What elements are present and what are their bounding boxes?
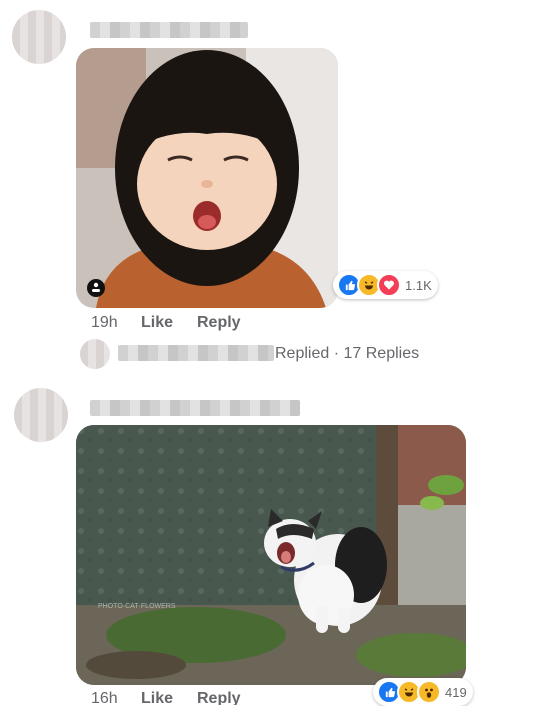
replier-avatar[interactable] — [80, 339, 110, 369]
comment-meta: 16h Like Reply — [0, 690, 540, 705]
comment-photo[interactable]: PHOTO·CAT·FLOWERS — [76, 425, 466, 685]
comment-timestamp[interactable]: 19h — [91, 314, 118, 332]
commenter-name-blurred[interactable] — [90, 400, 300, 416]
like-button[interactable]: Like — [141, 314, 173, 332]
love-icon — [377, 273, 401, 297]
commenter-name-blurred[interactable] — [90, 22, 248, 38]
reply-count: 17 Replies — [343, 345, 420, 362]
view-replies-link[interactable]: Replied · 17 Replies — [275, 345, 419, 363]
comment-meta: 19h Like Reply — [0, 314, 540, 334]
svg-text:PHOTO·CAT·FLOWERS: PHOTO·CAT·FLOWERS — [98, 603, 176, 610]
replier-name-blurred[interactable] — [118, 345, 274, 361]
reaction-count: 1.1K — [405, 277, 432, 293]
comment-photo[interactable] — [76, 48, 338, 308]
replied-label: Replied — [275, 345, 330, 362]
reply-button[interactable]: Reply — [197, 314, 241, 332]
commenter-avatar[interactable] — [12, 10, 66, 64]
reactions-summary[interactable]: 1.1K — [333, 271, 438, 299]
girl-yawning-photo — [76, 48, 338, 308]
like-button[interactable]: Like — [141, 690, 173, 705]
reply-button[interactable]: Reply — [197, 690, 241, 705]
separator: · — [333, 345, 340, 362]
commenter-avatar[interactable] — [14, 388, 68, 442]
cat-yawning-photo: PHOTO·CAT·FLOWERS — [76, 425, 466, 685]
comment-timestamp[interactable]: 16h — [91, 690, 118, 705]
